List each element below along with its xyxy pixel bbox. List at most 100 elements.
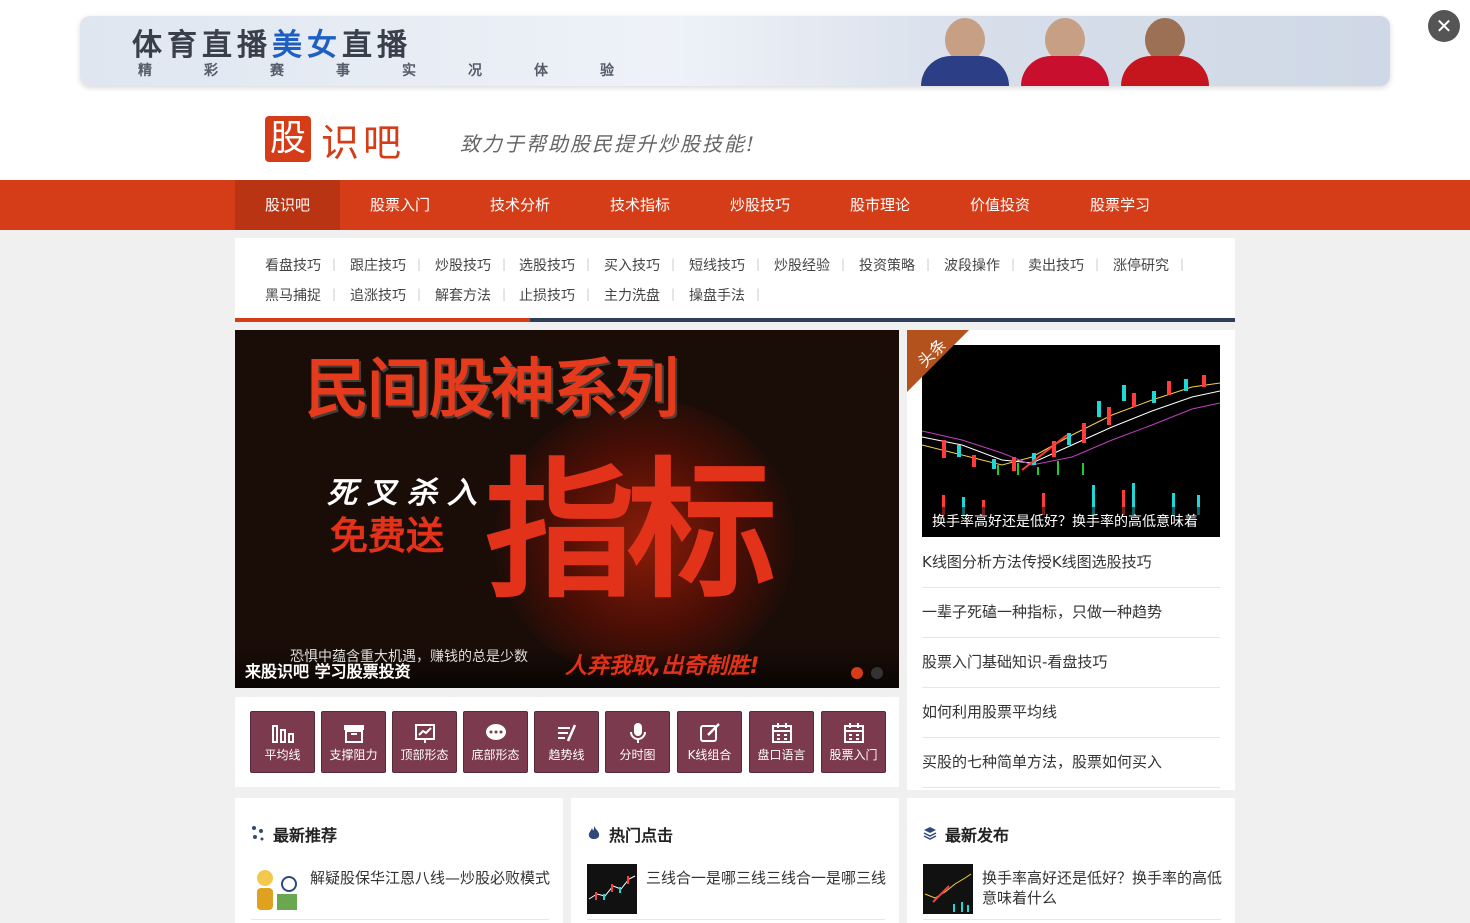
tag-link[interactable]: 操盘手法 [689,285,745,305]
nav-item-value-investing[interactable]: 价值投资 [940,180,1060,230]
tag-separator: | [756,287,761,301]
tag-separator: | [586,257,591,271]
edit-list-icon [557,724,576,742]
tag-link[interactable]: 涨停研究 [1113,255,1169,275]
tag-separator: | [502,257,507,271]
headline-list-item[interactable]: 一辈子死磕一种指标，只做一种趋势 [922,588,1220,638]
card-title: 最新推荐 [251,822,337,846]
nav-item-beginner[interactable]: 股票入门 [340,180,460,230]
tag-link[interactable]: 短线技巧 [689,255,745,275]
shortcut-support-resistance[interactable]: 支撑阻力 [321,711,386,773]
microphone-icon [629,723,646,743]
calendar-icon [771,723,792,743]
tag-separator: | [756,257,761,271]
shortcut-bottom-pattern[interactable]: 底部形态 [463,711,528,773]
tag-separator: | [417,257,422,271]
card-title: 热门点击 [587,822,673,846]
nav-item-indicators[interactable]: 技术指标 [580,180,700,230]
close-ad-button[interactable]: ✕ [1428,10,1460,42]
shortcut-stock-basics[interactable]: 股票入门 [821,711,886,773]
tag-separator: | [671,287,676,301]
slide-text: 免费送 [330,513,445,558]
nav-item-market-theory[interactable]: 股市理论 [820,180,940,230]
nav-item-stock-learning[interactable]: 股票学习 [1060,180,1180,230]
tag-link[interactable]: 炒股技巧 [435,255,491,275]
shortcut-panel: 平均线 支撑阻力 顶部形态 底部形态 趋势线 分时图 K线组合 盘口语言 股票入… [235,697,899,787]
tag-separator: | [671,257,676,271]
shortcut-candlestick-combo[interactable]: K线组合 [677,711,742,773]
ad-player-image [915,16,1015,86]
card-title: 最新发布 [923,822,1009,846]
latest-posts-card: 最新发布 换手率高好还是低好？换手率的高低意味着什么 [907,798,1235,923]
tag-separator: | [1011,257,1016,271]
tag-separator: | [417,287,422,301]
tag-link[interactable]: 投资策略 [859,255,915,275]
tag-link[interactable]: 炒股经验 [774,255,830,275]
tag-link[interactable]: 看盘技巧 [265,255,321,275]
headline-list-item[interactable]: 股票入门基础知识-看盘技巧 [922,638,1220,688]
sports-ad-banner[interactable]: 体育直播美女直播 精彩赛事实况体验 [80,16,1390,86]
nav-item-trading-tips[interactable]: 炒股技巧 [700,180,820,230]
site-slogan: 致力于帮助股民提升炒股技能! [460,132,757,156]
tag-separator: | [332,287,337,301]
logo-mark: 股 [265,116,311,162]
tag-separator: | [841,257,846,271]
hot-clicks-card: 热门点击 三线合一是哪三线三线合一是哪三线 [571,798,899,923]
site-header: 股 识吧 致力于帮助股民提升炒股技能! [0,98,1470,180]
slider-dot[interactable] [871,667,883,679]
top-ad-area: 体育直播美女直播 精彩赛事实况体验 [0,0,1470,98]
shortcut-order-book-language[interactable]: 盘口语言 [749,711,814,773]
ad-title: 体育直播美女直播 [132,28,412,63]
shortcut-moving-average[interactable]: 平均线 [250,711,315,773]
latest-recommend-card: 最新推荐 解疑股保华江恩八线—炒股必败模式 [235,798,563,923]
archive-icon [343,725,364,743]
article-link[interactable]: 三线合一是哪三线三线合一是哪三线 [646,868,886,888]
tag-separator: | [1180,257,1185,271]
article-link[interactable]: 换手率高好还是低好？换手率的高低意味着什么 [982,868,1222,908]
tag-nav: 看盘技巧 | 跟庄技巧 | 炒股技巧 | 选股技巧 | 买入技巧 | 短线技巧 | 炒股经验… [235,238,1235,318]
slide-caption[interactable]: 来股识吧 学习股票投资 [245,658,411,682]
tag-link[interactable]: 买入技巧 [604,255,660,275]
headline-list-item[interactable]: K线图分析方法传授K线图选股技巧 [922,538,1220,588]
tag-separator: | [1095,257,1100,271]
sparkle-icon [251,825,267,845]
tag-link[interactable]: 黑马捕捉 [265,285,321,305]
article-thumbnail[interactable] [587,864,637,914]
ad-subtitle: 精彩赛事实况体验 [138,63,666,79]
tag-separator: | [926,257,931,271]
slide-big-text: 指标 [485,443,777,619]
nav-item-technical-analysis[interactable]: 技术分析 [460,180,580,230]
headline-list-item[interactable]: 如何利用股票平均线 [922,688,1220,738]
featured-slider[interactable]: 民间股神系列 指标 死叉杀入 免费送 恐惧中蕴含重大机遇，赚钱的总是少数 人弃我… [235,330,899,688]
tag-link[interactable]: 波段操作 [944,255,1000,275]
tag-link[interactable]: 选股技巧 [519,255,575,275]
headline-list-item[interactable]: 买股的七种简单方法，股票如何买入 [922,738,1220,788]
nav-item-home[interactable]: 股识吧 [235,180,340,230]
logo-text: 识吧 [321,120,406,165]
tag-separator: | [502,287,507,301]
tag-link[interactable]: 主力洗盘 [604,285,660,305]
tag-link[interactable]: 追涨技巧 [350,285,406,305]
edit-square-icon [699,723,720,742]
tag-link[interactable]: 解套方法 [435,285,491,305]
headline-panel: 换手率高好还是低好？换手率的高低意味着 头条 K线图分析方法传授K线图选股技巧 … [907,330,1235,790]
article-link[interactable]: 解疑股保华江恩八线—炒股必败模式 [310,868,550,888]
flame-icon [587,825,603,845]
tag-separator: | [332,257,337,271]
shortcut-trend-line[interactable]: 趋势线 [534,711,599,773]
tag-link[interactable]: 止损技巧 [519,285,575,305]
shortcut-intraday-chart[interactable]: 分时图 [605,711,670,773]
tag-link[interactable]: 卖出技巧 [1028,255,1084,275]
site-logo[interactable]: 股 识吧 [265,116,405,165]
shortcut-top-pattern[interactable]: 顶部形态 [392,711,457,773]
chart-board-icon [414,724,435,743]
article-thumbnail[interactable] [923,864,973,914]
chat-bubble-icon [485,724,506,740]
calendar-icon [843,723,864,743]
tag-link[interactable]: 跟庄技巧 [350,255,406,275]
bar-chart-icon [271,725,294,743]
article-thumbnail[interactable] [251,864,301,914]
ad-player-image [1015,16,1115,86]
headline-caption[interactable]: 换手率高好还是低好？换手率的高低意味着 [922,507,1220,537]
slider-dot-active[interactable] [851,667,863,679]
